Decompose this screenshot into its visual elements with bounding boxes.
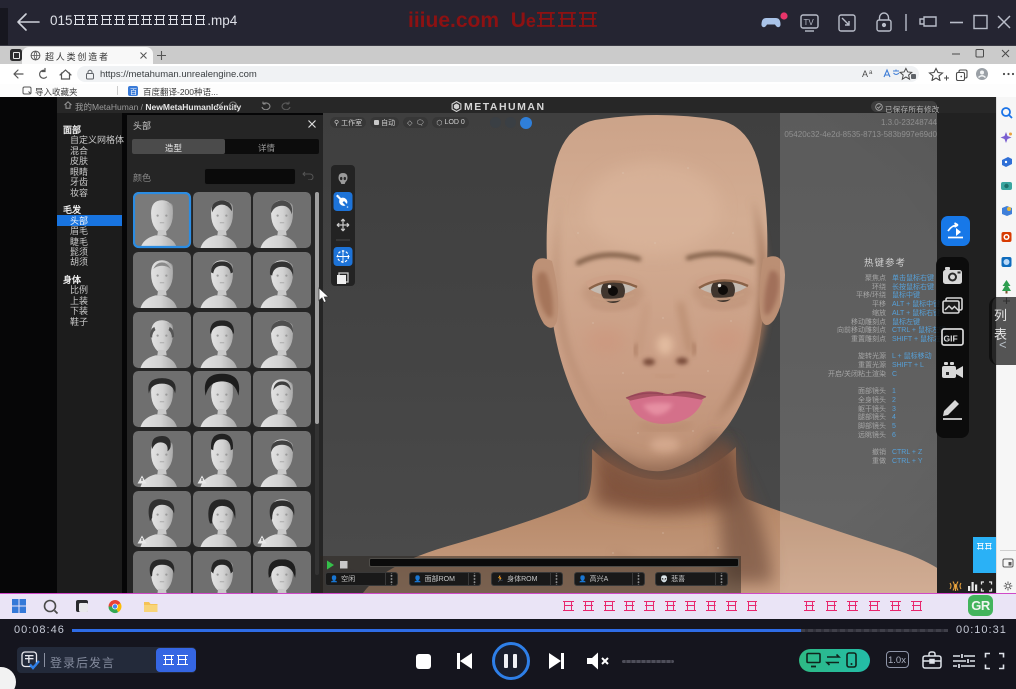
svg-text:A: A <box>862 69 868 79</box>
svg-text:METAHUMAN: METAHUMAN <box>464 101 546 112</box>
svg-text:GIF: GIF <box>944 334 958 344</box>
svg-text:a: a <box>869 70 873 76</box>
svg-text:TV: TV <box>804 18 815 27</box>
